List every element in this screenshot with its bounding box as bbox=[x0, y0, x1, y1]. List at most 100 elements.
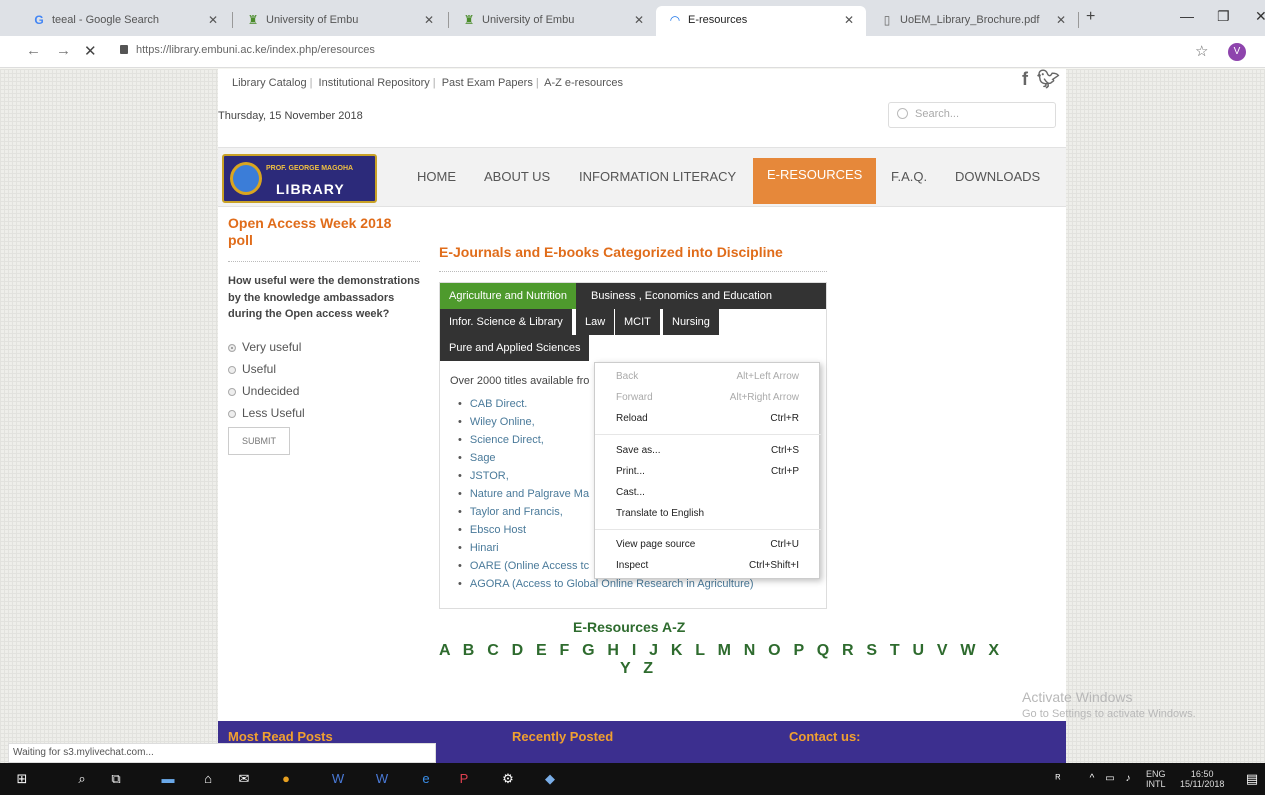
resource-link[interactable]: OARE (Online Access tc bbox=[458, 560, 589, 572]
app-icon[interactable]: ◆ bbox=[542, 771, 558, 787]
tab-agriculture-nutrition[interactable]: Agriculture and Nutrition bbox=[440, 283, 577, 309]
top-links: Library Catalog | Institutional Repositor… bbox=[232, 77, 623, 89]
facebook-icon[interactable]: f bbox=[1022, 69, 1028, 89]
ctx-forward[interactable]: Forward Alt+Right Arrow bbox=[595, 388, 821, 409]
new-tab-icon[interactable]: + bbox=[1086, 8, 1095, 26]
close-window-icon[interactable]: ✕ bbox=[1255, 8, 1265, 25]
task-view-icon[interactable]: ⧉ bbox=[108, 771, 124, 787]
browser-tab-embu-1[interactable]: ♜ University of Embu ✕ bbox=[234, 6, 446, 36]
powerpoint-icon[interactable]: P bbox=[456, 771, 472, 787]
resource-link[interactable]: Science Direct, bbox=[458, 434, 544, 446]
tab-nursing[interactable]: Nursing bbox=[663, 309, 719, 335]
resource-link[interactable]: Ebsco Host bbox=[458, 524, 526, 536]
tray-chevron-icon[interactable]: ^ bbox=[1084, 771, 1100, 787]
poll-option-very-useful[interactable]: Very useful bbox=[228, 340, 301, 354]
clock[interactable]: 16:50 15/11/2018 bbox=[1180, 769, 1224, 789]
windows-start-icon[interactable]: ⊞ bbox=[14, 771, 30, 787]
browser-tab-embu-2[interactable]: ♜ University of Embu ✕ bbox=[450, 6, 656, 36]
tab-law[interactable]: Law bbox=[576, 309, 615, 335]
nav-information-literacy[interactable]: INFORMATION LITERACY bbox=[579, 148, 736, 208]
nav-faq[interactable]: F.A.Q. bbox=[891, 148, 927, 208]
link-past-exam-papers[interactable]: Past Exam Papers bbox=[442, 77, 533, 89]
ctx-print[interactable]: Print... Ctrl+P bbox=[595, 462, 821, 483]
resource-link[interactable]: AGORA (Access to Global Online Research … bbox=[458, 578, 754, 590]
tab-separator bbox=[232, 12, 233, 28]
file-explorer-icon[interactable]: ▬ bbox=[160, 771, 176, 787]
ctx-shortcut: Alt+Left Arrow bbox=[736, 371, 799, 382]
url-input[interactable]: https://library.embuni.ac.ke/index.php/e… bbox=[136, 44, 375, 56]
link-institutional-repository[interactable]: Institutional Repository bbox=[319, 77, 430, 89]
minimize-icon[interactable]: — bbox=[1180, 8, 1194, 24]
radio-checked-icon[interactable] bbox=[228, 343, 236, 352]
bookmark-star-icon[interactable]: ☆ bbox=[1195, 42, 1208, 60]
browser-tab-brochure[interactable]: ▯ UoEM_Library_Brochure.pdf ✕ bbox=[868, 6, 1078, 36]
resource-link[interactable]: Sage bbox=[458, 452, 496, 464]
volume-icon[interactable]: ♪ bbox=[1120, 771, 1136, 787]
search-input[interactable]: Search... bbox=[888, 102, 1056, 128]
word-icon[interactable]: W bbox=[330, 771, 346, 787]
nav-about-us[interactable]: ABOUT US bbox=[484, 148, 550, 208]
radio-icon[interactable] bbox=[228, 365, 236, 374]
nav-e-resources[interactable]: E-RESOURCES bbox=[753, 158, 877, 204]
mail-icon[interactable]: ✉ bbox=[236, 771, 252, 787]
forward-icon[interactable]: → bbox=[56, 42, 71, 59]
ctx-back[interactable]: Back Alt+Left Arrow bbox=[595, 367, 821, 388]
resource-link[interactable]: Taylor and Francis, bbox=[458, 506, 563, 518]
browser-tab-google[interactable]: G teeal - Google Search ✕ bbox=[20, 6, 230, 36]
edge-icon[interactable]: e bbox=[418, 771, 434, 787]
browser-tab-eresources[interactable]: ◠ E-resources ✕ bbox=[656, 6, 866, 36]
divider bbox=[228, 261, 420, 262]
tab-infor-science[interactable]: Infor. Science & Library bbox=[440, 309, 572, 335]
az-letters-2[interactable]: Y Z bbox=[620, 660, 657, 678]
ctx-label: Print... bbox=[616, 466, 645, 477]
close-tab-icon[interactable]: ✕ bbox=[208, 6, 218, 34]
ctx-reload[interactable]: Reload Ctrl+R bbox=[595, 409, 821, 430]
chrome-icon[interactable]: ● bbox=[278, 771, 294, 787]
resource-link[interactable]: JSTOR, bbox=[458, 470, 509, 482]
ctx-save-as[interactable]: Save as... Ctrl+S bbox=[595, 441, 821, 462]
tab-mcit[interactable]: MCIT bbox=[615, 309, 660, 335]
close-tab-icon[interactable]: ✕ bbox=[424, 6, 434, 34]
radio-icon[interactable] bbox=[228, 409, 236, 418]
close-tab-icon[interactable]: ✕ bbox=[1056, 6, 1066, 34]
az-letters[interactable]: A B C D E F G H I J K L M N O P Q R S T … bbox=[439, 642, 999, 660]
notifications-icon[interactable]: ▤ bbox=[1244, 771, 1260, 787]
ctx-view-source[interactable]: View page source Ctrl+U bbox=[595, 535, 821, 556]
twitter-icon[interactable]: 🐦︎ bbox=[1037, 69, 1060, 89]
poll-submit-button[interactable]: SUBMIT bbox=[228, 427, 290, 455]
library-logo[interactable]: PROF. GEORGE MAGOHA LIBRARY bbox=[222, 154, 377, 203]
address-bar: ← → ✕ https://library.embuni.ac.ke/index… bbox=[0, 36, 1265, 68]
resource-link[interactable]: CAB Direct. bbox=[458, 398, 527, 410]
nav-downloads[interactable]: DOWNLOADS bbox=[955, 148, 1040, 208]
close-tab-icon[interactable]: ✕ bbox=[634, 6, 644, 34]
tab-business-economics[interactable]: Business , Economics and Education bbox=[582, 283, 781, 309]
poll-option-less-useful[interactable]: Less Useful bbox=[228, 406, 305, 420]
language-indicator[interactable]: ENG INTL bbox=[1146, 769, 1166, 789]
link-library-catalog[interactable]: Library Catalog bbox=[232, 77, 307, 89]
profile-avatar[interactable]: V bbox=[1228, 43, 1246, 61]
word-icon[interactable]: W bbox=[374, 771, 390, 787]
restore-icon[interactable]: ❐ bbox=[1217, 8, 1230, 25]
poll-option-useful[interactable]: Useful bbox=[228, 362, 276, 376]
ctx-cast[interactable]: Cast... bbox=[595, 483, 821, 504]
watermark-line1: Activate Windows bbox=[1022, 689, 1133, 705]
stop-loading-icon[interactable]: ✕ bbox=[84, 42, 97, 60]
link-az-eresources[interactable]: A-Z e-resources bbox=[544, 77, 623, 89]
poll-option-undecided[interactable]: Undecided bbox=[228, 384, 299, 398]
people-icon[interactable]: ᴿ bbox=[1050, 771, 1066, 787]
search-icon[interactable]: ⌕ bbox=[74, 771, 90, 787]
store-icon[interactable]: ⌂ bbox=[200, 771, 216, 787]
back-icon[interactable]: ← bbox=[26, 42, 41, 59]
nav-home[interactable]: HOME bbox=[417, 148, 456, 208]
radio-icon[interactable] bbox=[228, 387, 236, 396]
ctx-translate[interactable]: Translate to English bbox=[595, 504, 821, 525]
resource-link[interactable]: Wiley Online, bbox=[458, 416, 535, 428]
resource-link[interactable]: Nature and Palgrave Ma bbox=[458, 488, 589, 500]
page-viewport: Library Catalog | Institutional Repositor… bbox=[0, 69, 1265, 763]
ctx-inspect[interactable]: Inspect Ctrl+Shift+I bbox=[595, 556, 821, 577]
resource-link[interactable]: Hinari bbox=[458, 542, 499, 554]
tab-pure-applied-sciences[interactable]: Pure and Applied Sciences bbox=[440, 335, 590, 361]
settings-gear-icon[interactable]: ⚙ bbox=[500, 771, 516, 787]
close-tab-icon[interactable]: ✕ bbox=[844, 6, 854, 34]
network-icon[interactable]: ▭ bbox=[1102, 771, 1118, 787]
